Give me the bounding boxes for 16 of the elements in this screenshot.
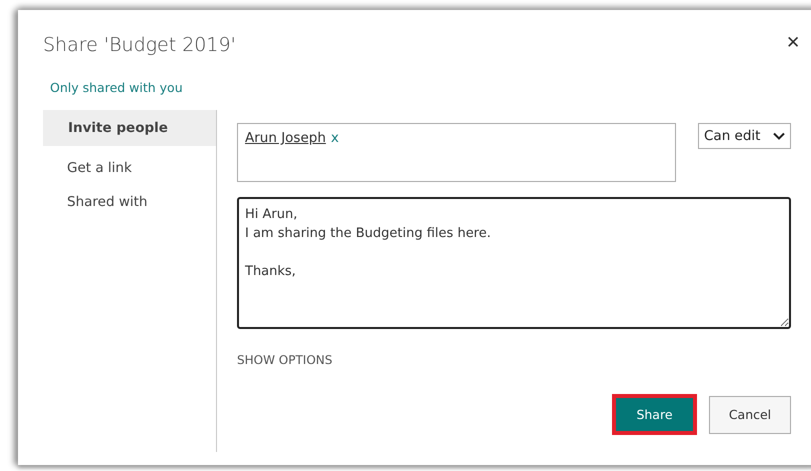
dialog-title: Share 'Budget 2019' bbox=[43, 34, 236, 56]
close-button[interactable]: ✕ bbox=[782, 32, 804, 52]
permission-value: Can edit bbox=[704, 128, 760, 144]
chevron-down-icon bbox=[773, 132, 785, 140]
show-options-link[interactable]: SHOW OPTIONS bbox=[237, 353, 332, 367]
sharing-status: Only shared with you bbox=[50, 80, 183, 95]
sidebar-item[interactable]: Invite people bbox=[43, 110, 216, 146]
share-button[interactable]: Share bbox=[612, 394, 697, 435]
remove-person-button[interactable]: x bbox=[330, 130, 339, 146]
permission-dropdown[interactable]: Can edit bbox=[698, 123, 791, 149]
message-field[interactable]: Hi Arun, I am sharing the Budgeting files here. Thanks, bbox=[237, 197, 791, 329]
cancel-button[interactable]: Cancel bbox=[709, 396, 791, 434]
people-field[interactable]: Arun Joseph x bbox=[237, 123, 676, 182]
person-name[interactable]: Arun Joseph bbox=[245, 130, 326, 146]
sidebar-item[interactable]: Shared with bbox=[43, 186, 216, 218]
sidebar-item[interactable]: Get a link bbox=[43, 152, 216, 184]
